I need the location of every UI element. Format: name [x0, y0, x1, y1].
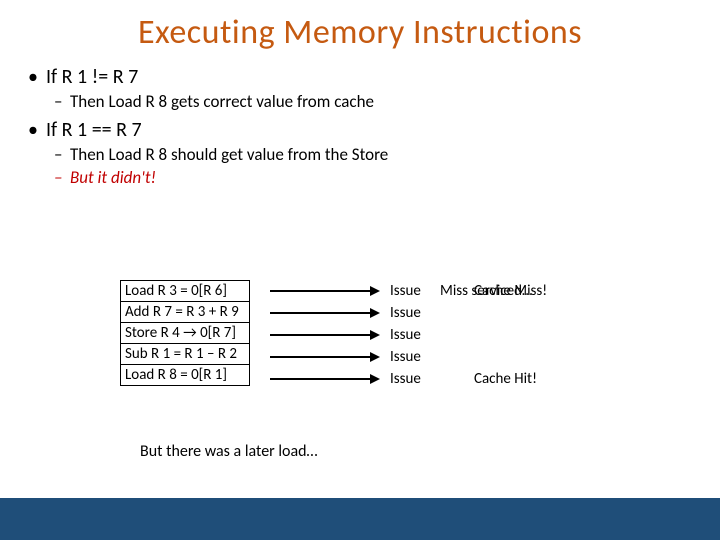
issue-label: Issue [390, 368, 421, 390]
arrow-icon [270, 280, 380, 302]
instr-row: Add R 7 = R 3 + R 9 [121, 302, 250, 323]
instr-row: Load R 3 = 0[R 6] [121, 281, 250, 302]
footer-bar [0, 498, 720, 540]
sub-bullet-but-didnt: But it didn't! [54, 167, 692, 188]
annotation-cache-hit: Cache Hit! [440, 368, 537, 390]
sub-bullet-correct-value: Then Load R 8 gets correct value from ca… [54, 91, 692, 112]
arrow-icon [270, 368, 380, 390]
arrow-icon [270, 324, 380, 346]
annotation-column: Miss serviced… Cache Miss! Cache Hit! [440, 280, 537, 390]
arrow-column [270, 280, 380, 390]
sub-bullet-should-get: Then Load R 8 should get value from the … [54, 144, 692, 165]
issue-label: Issue [390, 346, 421, 368]
issue-column: Issue Issue Issue Issue Issue [390, 280, 421, 390]
issue-label: Issue [390, 302, 421, 324]
instruction-diagram: Load R 3 = 0[R 6] Add R 7 = R 3 + R 9 St… [120, 280, 640, 410]
arrow-icon [270, 346, 380, 368]
slide-body: If R 1 != R 7 Then Load R 8 gets correct… [0, 53, 720, 188]
arrow-icon [270, 302, 380, 324]
issue-label: Issue [390, 280, 421, 302]
bullet-if-eq: If R 1 == R 7 [28, 118, 692, 142]
bullet-if-neq: If R 1 != R 7 [28, 65, 692, 89]
issue-label: Issue [390, 324, 421, 346]
caption-later-load: But there was a later load… [140, 442, 318, 461]
instr-row: Sub R 1 = R 1 – R 2 [121, 344, 250, 365]
instr-row: Store R 4 → 0[R 7] [121, 323, 250, 344]
slide-title: Executing Memory Instructions [0, 0, 720, 53]
instruction-table: Load R 3 = 0[R 6] Add R 7 = R 3 + R 9 St… [120, 280, 250, 386]
annotation-cache-miss: Miss serviced… Cache Miss! [440, 280, 537, 302]
instr-row: Load R 8 = 0[R 1] [121, 365, 250, 386]
